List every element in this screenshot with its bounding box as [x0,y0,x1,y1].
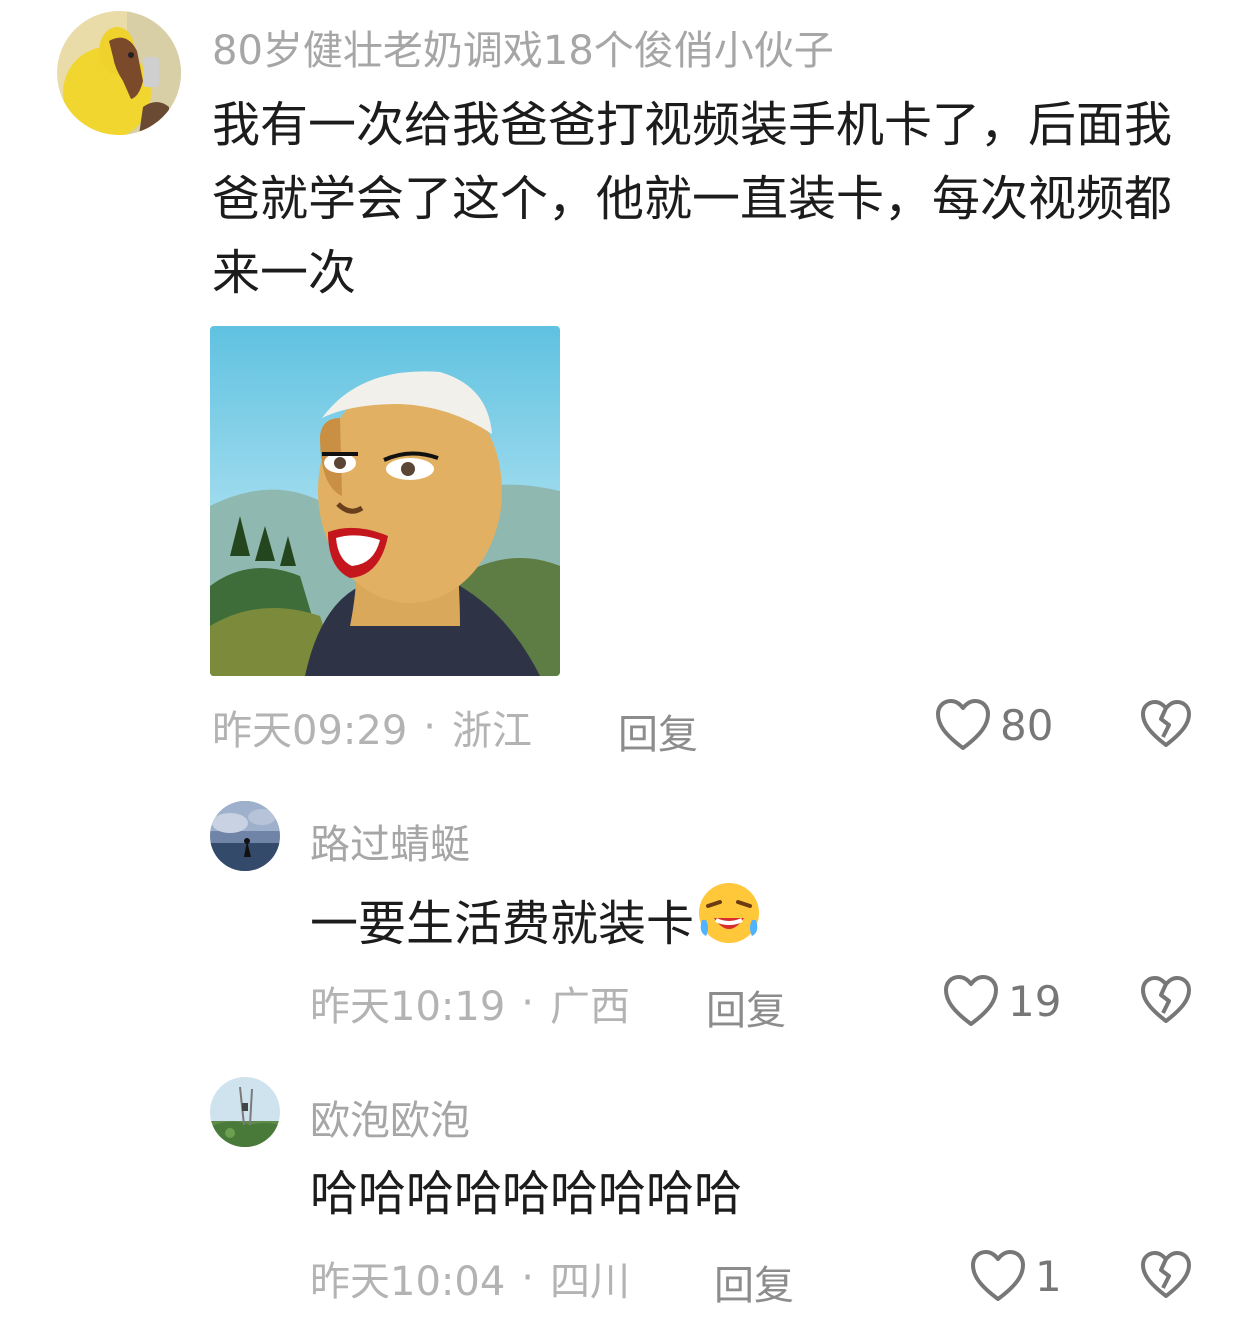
separator: · [521,980,534,1026]
like-count: 19 [1008,976,1062,1026]
heart-outline-icon [942,974,1000,1028]
separator: · [423,704,436,750]
reply-button[interactable]: 回复 [706,978,786,1036]
dislike-button[interactable] [1139,975,1193,1025]
username[interactable]: 80岁健壮老奶调戏18个俊俏小伙子 [212,18,834,76]
timestamp: 昨天10:19 [310,984,506,1030]
avatar[interactable] [210,1077,280,1147]
location: 广西 [550,984,630,1030]
timestamp: 昨天10:04 [310,1259,506,1305]
dislike-button[interactable] [1139,699,1193,749]
timestamp: 昨天09:29 [212,708,408,754]
comment-text: 一要生活费就装卡 [310,880,762,967]
heart-outline-icon [969,1249,1027,1303]
like-button[interactable]: 80 [934,696,1053,754]
location: 四川 [550,1259,630,1305]
comment-meta: 昨天09:29 · 浙江 [212,702,532,754]
reply-button[interactable]: 回复 [714,1253,794,1311]
broken-heart-icon [1139,975,1193,1025]
username[interactable]: 欧泡欧泡 [310,1088,470,1146]
avatar[interactable] [57,11,181,135]
comment-text-content: 一要生活费就装卡 [310,895,695,952]
avatar[interactable] [210,801,280,871]
separator: · [521,1255,534,1301]
username[interactable]: 路过蜻蜓 [310,812,470,870]
laughing-crying-emoji [696,880,762,967]
like-button[interactable]: 19 [942,972,1061,1030]
comment-image[interactable] [210,326,560,676]
like-count: 80 [1000,700,1054,750]
comment-text: 哈哈哈哈哈哈哈哈哈 [310,1166,743,1222]
like-button[interactable]: 1 [969,1247,1062,1305]
like-count: 1 [1035,1251,1062,1301]
location: 浙江 [452,708,532,754]
broken-heart-icon [1139,1250,1193,1300]
comment-meta: 昨天10:19 · 广西 [310,978,630,1030]
heart-outline-icon [934,698,992,752]
comment-meta: 昨天10:04 · 四川 [310,1253,630,1305]
broken-heart-icon [1139,699,1193,749]
comment-text: 我有一次给我爸爸打视频装手机卡了，后面我爸就学会了这个，他就一直装卡，每次视频都… [212,97,1173,301]
reply-button[interactable]: 回复 [618,702,698,760]
dislike-button[interactable] [1139,1250,1193,1300]
